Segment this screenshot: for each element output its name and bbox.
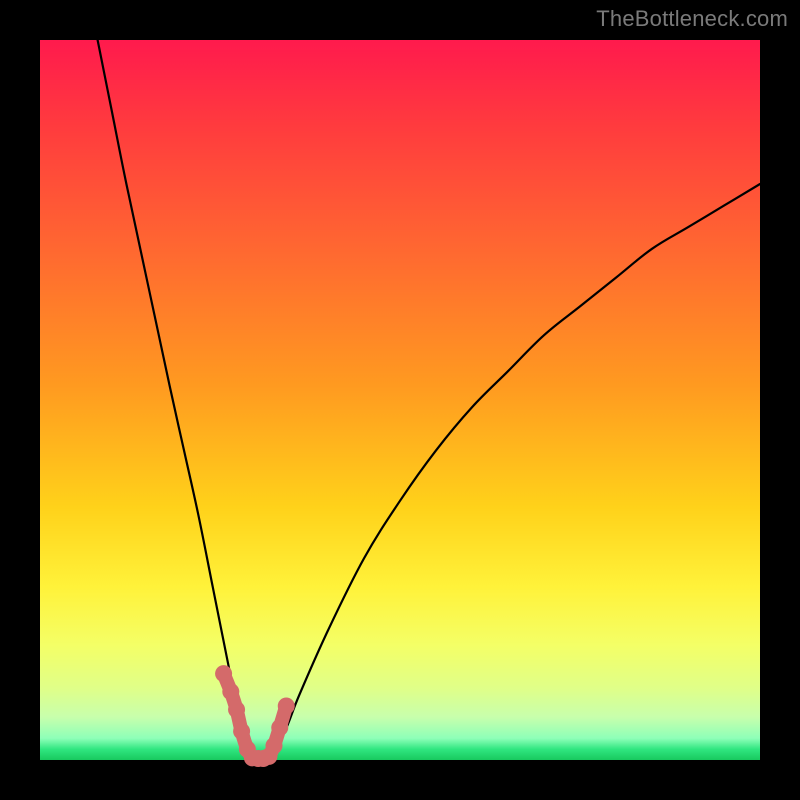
bottleneck-curve [98, 40, 760, 761]
highlight-dot [266, 737, 283, 754]
highlight-dot [278, 698, 295, 715]
highlight-dot [271, 719, 288, 736]
watermark-text: TheBottleneck.com [596, 6, 788, 32]
chart-frame: TheBottleneck.com [0, 0, 800, 800]
highlight-dot [228, 701, 245, 718]
plot-area [40, 40, 760, 760]
highlight-dot [215, 665, 232, 682]
curve-svg [40, 40, 760, 760]
highlight-dot [222, 683, 239, 700]
highlight-dot [233, 723, 250, 740]
